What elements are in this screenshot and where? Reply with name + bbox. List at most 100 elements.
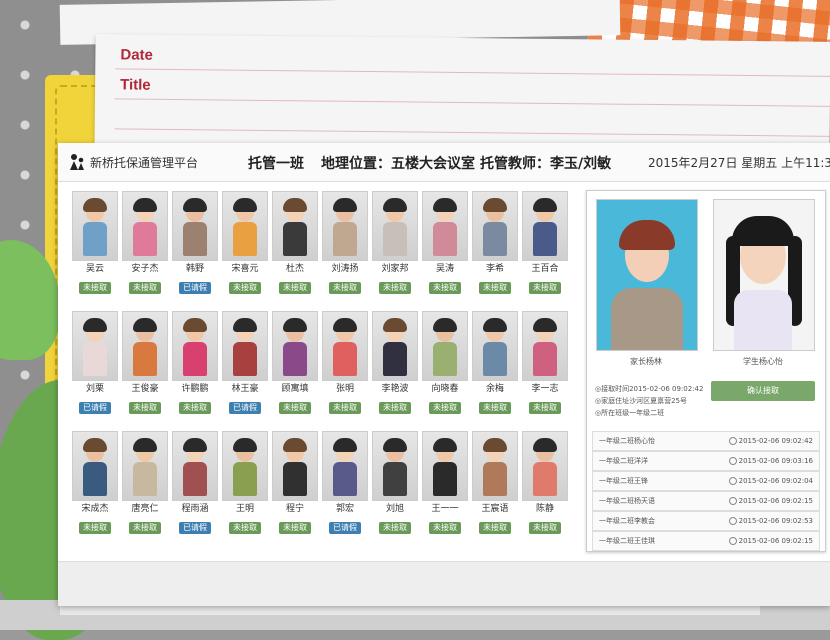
child-card[interactable]: 程雨涵 已请假: [172, 431, 218, 534]
child-photo[interactable]: [522, 191, 568, 261]
child-photo[interactable]: [72, 191, 118, 261]
pickup-time-info: ◎接取时间2015-02-06 09:02:42: [595, 385, 704, 393]
child-card[interactable]: 刘栗 已请假: [72, 311, 118, 414]
record-time-value: 2015-02-06 09:02:42: [738, 437, 813, 445]
child-name: 李希: [485, 264, 504, 274]
child-photo[interactable]: [122, 431, 168, 501]
child-card[interactable]: 王百合 未接取: [522, 191, 568, 294]
child-photo[interactable]: [122, 191, 168, 261]
child-card[interactable]: 陈静 未接取: [522, 431, 568, 534]
status-badge: 未接取: [479, 402, 511, 414]
child-photo[interactable]: [72, 431, 118, 501]
child-card[interactable]: 程宁 未接取: [272, 431, 318, 534]
child-photo[interactable]: [522, 311, 568, 381]
child-card[interactable]: 刘涛扬 未接取: [322, 191, 368, 294]
child-photo[interactable]: [422, 431, 468, 501]
child-photo[interactable]: [172, 191, 218, 261]
child-photo[interactable]: [372, 431, 418, 501]
app-window: 新桥托保通管理平台 托管一班 地理位置：五楼大会议室 托管教师：李玉/刘敏 20…: [58, 143, 830, 606]
child-photo[interactable]: [272, 431, 318, 501]
child-card[interactable]: 唐亮仁 未接取: [122, 431, 168, 534]
pickup-record-row[interactable]: 一年级二班李教会 2015-02-06 09:02:53: [592, 511, 820, 531]
child-photo[interactable]: [522, 431, 568, 501]
pickup-record-row[interactable]: 一年级二班王佳琪 2015-02-06 09:02:15: [592, 531, 820, 551]
child-card[interactable]: 李一志 未接取: [522, 311, 568, 414]
child-photo[interactable]: [472, 191, 518, 261]
child-card[interactable]: 安子杰 未接取: [122, 191, 168, 294]
status-badge: 已请假: [229, 402, 261, 414]
record-time: 2015-02-06 09:02:53: [728, 517, 813, 525]
child-photo[interactable]: [472, 311, 518, 381]
record-time-value: 2015-02-06 09:02:53: [738, 517, 813, 525]
status-badge: 已请假: [179, 522, 211, 534]
child-card[interactable]: 宋喜元 未接取: [222, 191, 268, 294]
child-card[interactable]: 王一一 未接取: [422, 431, 468, 534]
child-card[interactable]: 李希 未接取: [472, 191, 518, 294]
child-photo[interactable]: [322, 191, 368, 261]
child-card[interactable]: 张明 未接取: [322, 311, 368, 414]
status-badge: 未接取: [329, 282, 361, 294]
child-card[interactable]: 郭宏 已请假: [322, 431, 368, 534]
child-card[interactable]: 宋成杰 未接取: [72, 431, 118, 534]
child-name: 林王豪: [231, 384, 259, 394]
pickup-record-row[interactable]: 一年级二班杨心怡 2015-02-06 09:02:42: [592, 431, 820, 451]
child-photo[interactable]: [222, 311, 268, 381]
child-card[interactable]: 许鹏鹏 未接取: [172, 311, 218, 414]
child-photo[interactable]: [272, 191, 318, 261]
child-card[interactable]: 李艳波 未接取: [372, 311, 418, 414]
child-card[interactable]: 刘旭 未接取: [372, 431, 418, 534]
notebook-rule: [115, 68, 830, 77]
child-photo[interactable]: [372, 191, 418, 261]
child-card[interactable]: 余梅 未接取: [472, 311, 518, 414]
child-card[interactable]: 王明 未接取: [222, 431, 268, 534]
record-time-value: 2015-02-06 09:02:15: [738, 497, 813, 505]
child-photo[interactable]: [222, 431, 268, 501]
child-photo[interactable]: [172, 311, 218, 381]
child-photo[interactable]: [72, 311, 118, 381]
child-name: 刘涛扬: [331, 264, 359, 274]
record-name: 一年级二班杨天语: [599, 497, 655, 505]
child-card[interactable]: 刘家邦 未接取: [372, 191, 418, 294]
child-photo[interactable]: [172, 431, 218, 501]
child-photo[interactable]: [322, 311, 368, 381]
child-name: 宋喜元: [231, 264, 259, 274]
status-badge: 未接取: [479, 282, 511, 294]
date-label: Date: [120, 46, 154, 64]
child-card[interactable]: 韩野 已请假: [172, 191, 218, 294]
child-card[interactable]: 王俊豪 未接取: [122, 311, 168, 414]
clock-icon: [728, 437, 737, 445]
child-card[interactable]: 林王豪 已请假: [222, 311, 268, 414]
notebook-rule: [114, 128, 830, 137]
child-photo[interactable]: [122, 311, 168, 381]
child-name: 刘家邦: [381, 264, 409, 274]
pickup-record-row[interactable]: 一年级二班洋洋 2015-02-06 09:03:16: [592, 451, 820, 471]
child-photo[interactable]: [222, 191, 268, 261]
child-name: 程雨涵: [181, 504, 209, 514]
child-name: 王一一: [431, 504, 459, 514]
child-card[interactable]: 杜杰 未接取: [272, 191, 318, 294]
child-card[interactable]: 吴涛 未接取: [422, 191, 468, 294]
pickup-record-row[interactable]: 一年级二班杨天语 2015-02-06 09:02:15: [592, 491, 820, 511]
clock-icon: [728, 497, 737, 505]
status-badge: 未接取: [79, 282, 111, 294]
student-photo: [713, 199, 815, 351]
child-photo[interactable]: [322, 431, 368, 501]
child-card[interactable]: 顾寓填 未接取: [272, 311, 318, 414]
child-name: 宋成杰: [81, 504, 109, 514]
pickup-record-row[interactable]: 一年级二班王锋 2015-02-06 09:02:04: [592, 471, 820, 491]
status-badge: 未接取: [79, 522, 111, 534]
child-photo[interactable]: [472, 431, 518, 501]
status-badge: 未接取: [379, 402, 411, 414]
record-time: 2015-02-06 09:02:15: [728, 537, 813, 545]
pickup-detail-panel: 家长杨林 学生杨心怡 ◎接取时间2015-02-06 09:02:42 ◎家庭住…: [586, 190, 826, 552]
child-card[interactable]: 吴云 未接取: [72, 191, 118, 294]
confirm-pickup-button[interactable]: 确认接取: [711, 381, 815, 401]
child-photo[interactable]: [422, 191, 468, 261]
child-photo[interactable]: [422, 311, 468, 381]
child-name: 李艳波: [381, 384, 409, 394]
child-card[interactable]: 向晓春 未接取: [422, 311, 468, 414]
child-card[interactable]: 王宸语 未接取: [472, 431, 518, 534]
child-photo[interactable]: [272, 311, 318, 381]
status-badge: 未接取: [529, 522, 561, 534]
child-photo[interactable]: [372, 311, 418, 381]
